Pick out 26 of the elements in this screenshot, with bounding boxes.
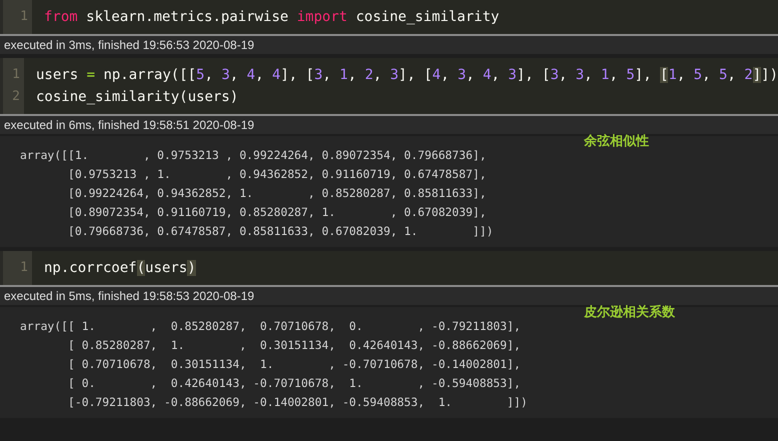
- output-line: [0.9753213 , 1. , 0.94362852, 0.91160719, 0.67478587],: [67, 166, 488, 183]
- execution-status: executed in 5ms, finished 19:58:53 2020-08-19: [0, 287, 778, 305]
- execution-status: executed in 3ms, finished 19:56:53 2020-08-19: [0, 36, 778, 54]
- code-cell[interactable]: 1 np.corrcoef(users): [0, 251, 778, 287]
- code-cell[interactable]: 1 2 users = np.array([[5, 3, 4, 4], [3, 1, 2, 3], [4, 3, 4, 3], [3, 3, 1, 5], [1, 5, 5, 2]]) cosine_similarity(users): [0, 58, 778, 116]
- output-line: [0.79668736, 0.67478587, 0.85811633, 0.67082039, 1. ]]): [67, 223, 494, 240]
- code-cell[interactable]: 1 from sklearn.metrics.pairwise import cosine_similarity: [0, 0, 778, 36]
- line-number: 2: [11, 88, 21, 106]
- output-line: [ 0.85280287, 1. , 0.30151134, 0.42640143, -0.88662069],: [67, 337, 522, 354]
- annotation: 余弦相似性: [584, 133, 649, 151]
- code-line: from sklearn.metrics.pairwise import cosine_similarity: [44, 8, 500, 27]
- output-line: array([[1. , 0.9753213 , 0.99224264, 0.89072354, 0.79668736],: [20, 147, 488, 164]
- execution-status: executed in 6ms, finished 19:58:51 2020-08-19: [0, 116, 778, 134]
- line-number: 1: [19, 8, 29, 26]
- line-number: 1: [19, 259, 29, 277]
- line-number: 1: [11, 66, 21, 84]
- annotation: 皮尔逊相关系数: [584, 304, 675, 322]
- output-line: [ 0.70710678, 0.30151134, 1. , -0.70710678, -0.14002801],: [67, 356, 522, 373]
- code-line: np.corrcoef(users): [44, 259, 196, 278]
- output-line: [-0.79211803, -0.88662069, -0.14002801, -0.59408853, 1. ]]): [67, 394, 528, 411]
- output-line: [0.99224264, 0.94362852, 1. , 0.85280287, 0.85811633],: [67, 185, 488, 202]
- output-line: [0.89072354, 0.91160719, 0.85280287, 1. , 0.67082039],: [67, 204, 488, 221]
- code-line: users = np.array([[5, 3, 4, 4], [3, 1, 2, 3], [4, 3, 4, 3], [3, 3, 1, 5], [1, 5, 5, 2]]): [36, 66, 778, 85]
- output-line: [ 0. , 0.42640143, -0.70710678, 1. , -0.59408853],: [67, 375, 522, 392]
- code-line: cosine_similarity(users): [36, 88, 240, 107]
- output-line: array([[ 1. , 0.85280287, 0.70710678, 0. , -0.79211803],: [20, 318, 522, 335]
